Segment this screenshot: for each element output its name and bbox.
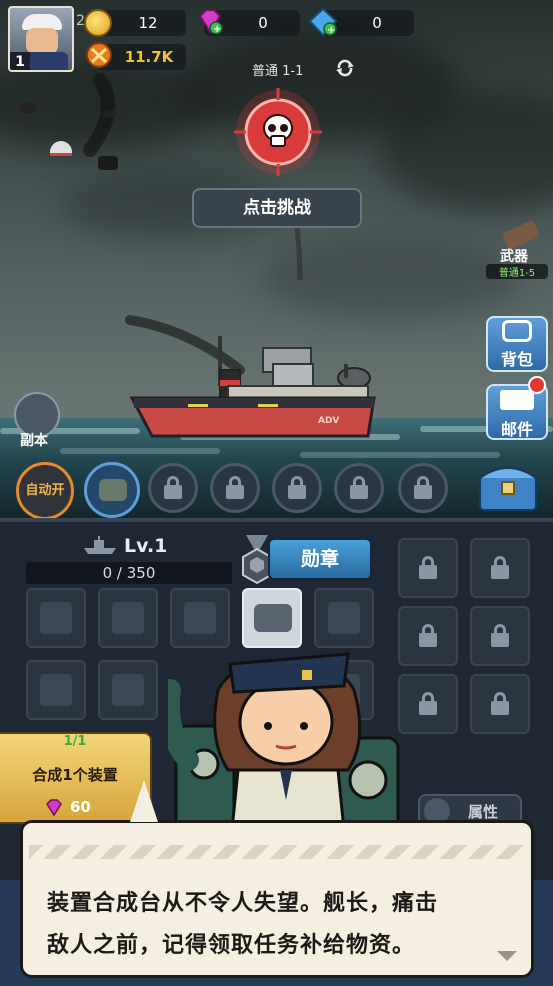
locked-skill-slot[interactable] bbox=[398, 463, 448, 513]
exp-bar: 0 / 350 bbox=[26, 562, 232, 584]
power-value: 11.7K bbox=[124, 48, 174, 66]
plane-icon bbox=[104, 110, 116, 118]
ship-level: Lv.1 bbox=[124, 535, 168, 557]
equipment-slot[interactable] bbox=[26, 660, 86, 720]
mail-notification-dot bbox=[528, 376, 546, 394]
ship-graphic bbox=[129, 336, 376, 438]
plane-icon bbox=[20, 103, 36, 113]
locked-equipment-slot[interactable] bbox=[398, 674, 458, 734]
lock-icon bbox=[419, 624, 437, 647]
dungeon-button[interactable]: 副本 bbox=[10, 392, 66, 452]
equipment-slot[interactable] bbox=[98, 588, 158, 648]
lock-icon bbox=[419, 692, 437, 715]
lock-icon bbox=[491, 556, 509, 579]
boss-stage-button[interactable] bbox=[234, 88, 322, 176]
equipment-slot[interactable] bbox=[26, 588, 86, 648]
challenge-button[interactable]: 点击挑战 bbox=[192, 188, 362, 228]
locked-skill-slot[interactable] bbox=[148, 463, 198, 513]
lock-icon bbox=[226, 476, 244, 499]
stage-label: 普通 1-1 bbox=[252, 64, 304, 79]
svg-text:+: + bbox=[327, 25, 335, 36]
cannon-skill-icon bbox=[99, 479, 127, 501]
gem-cost-icon bbox=[44, 798, 64, 817]
locked-equipment-slot[interactable] bbox=[470, 538, 530, 598]
dialog-pointer bbox=[130, 780, 158, 822]
lock-icon bbox=[491, 624, 509, 647]
lock-icon bbox=[414, 476, 432, 499]
locked-skill-slot[interactable] bbox=[272, 463, 322, 513]
auto-toggle-button[interactable]: 自动开 bbox=[16, 462, 74, 520]
skull-icon bbox=[262, 114, 294, 148]
blue-gems-value: 0 bbox=[372, 14, 382, 32]
player-avatar[interactable]: 1 bbox=[8, 6, 74, 72]
coins-value: 12 bbox=[138, 14, 158, 32]
weapon-label: 武器 bbox=[500, 249, 528, 265]
treasure-chest-button[interactable] bbox=[476, 460, 540, 514]
captain-face-icon bbox=[26, 28, 58, 54]
lock-icon bbox=[419, 556, 437, 579]
medal-button[interactable]: 勋章 bbox=[268, 538, 372, 580]
synth-label: 合成1个装置 bbox=[32, 766, 118, 784]
panel-top-border bbox=[0, 518, 553, 522]
synth-cost: 60 bbox=[70, 798, 91, 816]
radio-officer-character bbox=[157, 630, 404, 832]
locked-equipment-slot[interactable] bbox=[398, 606, 458, 666]
synth-progress: 1/1 bbox=[63, 734, 87, 749]
blue-gem-icon[interactable]: + bbox=[308, 7, 338, 37]
dungeon-label: 副本 bbox=[20, 433, 48, 449]
continue-arrow-icon bbox=[497, 951, 517, 961]
power-icon bbox=[84, 40, 114, 70]
locked-skill-slot[interactable] bbox=[334, 463, 384, 513]
svg-text:+: + bbox=[213, 24, 221, 34]
dialog-stripe bbox=[29, 845, 525, 859]
device-icon bbox=[254, 604, 292, 632]
ship-hull-text: ADV bbox=[318, 416, 340, 426]
skill-slot-cannon[interactable] bbox=[84, 462, 140, 518]
ship-icon bbox=[82, 536, 118, 556]
locked-equipment-slot[interactable] bbox=[470, 674, 530, 734]
exp-text: 0 / 350 bbox=[102, 564, 156, 582]
lock-icon bbox=[288, 476, 306, 499]
plane-icon bbox=[98, 156, 118, 170]
locked-equipment-slot[interactable] bbox=[470, 606, 530, 666]
bag-icon bbox=[502, 320, 532, 342]
locked-skill-slot[interactable] bbox=[210, 463, 260, 513]
parachute-icon bbox=[50, 141, 72, 156]
bag-label: 背包 bbox=[500, 350, 533, 369]
player-ship: ADV bbox=[128, 336, 378, 446]
bag-button[interactable]: 背包 bbox=[486, 316, 548, 372]
auto-label: 自动开 bbox=[25, 483, 65, 498]
mail-label: 邮件 bbox=[500, 420, 533, 439]
dialog-box[interactable]: 装置合成台从不令人失望。舰长，痛击 敌人之前，记得领取任务补给物资。 bbox=[20, 820, 534, 978]
chest-icon bbox=[479, 467, 537, 511]
purple-gem-icon[interactable]: + bbox=[196, 8, 224, 35]
locked-equipment-slot[interactable] bbox=[398, 538, 458, 598]
dialog-line-2: 敌人之前，记得领取任务补给物资。 bbox=[47, 933, 416, 958]
refresh-icon[interactable] bbox=[334, 57, 356, 79]
lock-icon bbox=[491, 692, 509, 715]
mail-icon bbox=[500, 390, 534, 410]
lock-icon bbox=[350, 476, 368, 499]
attributes-label: 属性 bbox=[468, 803, 499, 821]
purple-gems-value: 0 bbox=[258, 14, 268, 32]
lock-icon bbox=[164, 476, 182, 499]
player-level-badge: 1 bbox=[10, 52, 30, 70]
weapon-button[interactable]: 武器 普通1-5 bbox=[486, 219, 548, 282]
dialog-line-1: 装置合成台从不令人失望。舰长，痛击 bbox=[47, 891, 439, 916]
coin-icon bbox=[84, 9, 112, 37]
weapon-stage-label: 普通1-5 bbox=[486, 264, 548, 279]
equipment-slot[interactable] bbox=[98, 660, 158, 720]
